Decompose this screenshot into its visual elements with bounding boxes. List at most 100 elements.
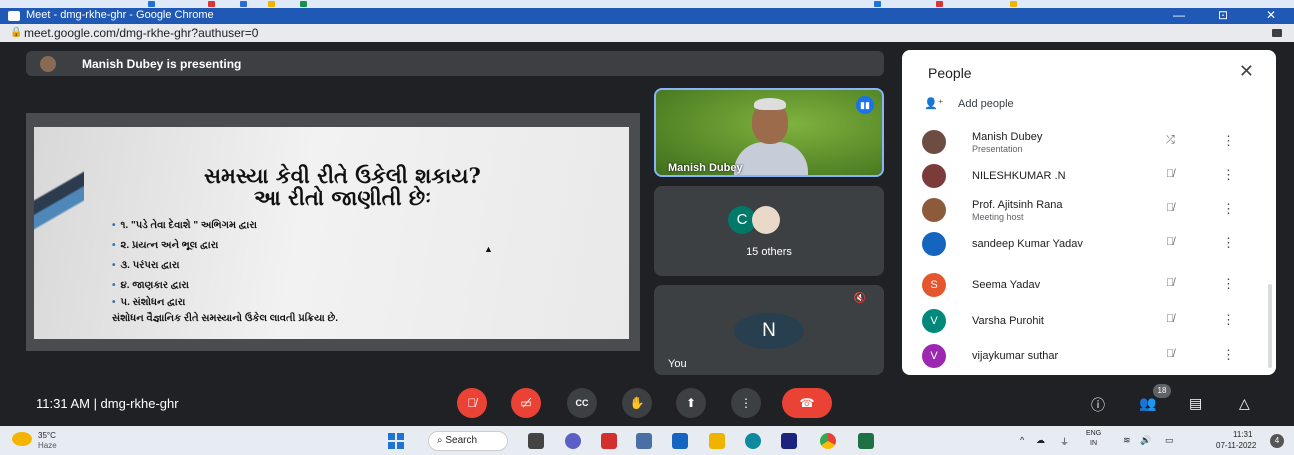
slide-bullet: • ૪. જાણકાર દ્વારા [112,280,190,291]
people-icon[interactable]: 👥 [1139,395,1156,412]
mcafee-icon[interactable] [601,433,617,449]
participant-row[interactable]: V vijaykumar suthar 🎙̸ ⋮ [902,340,1276,372]
excel-icon[interactable] [858,433,874,449]
battery-icon[interactable]: ▭ [1165,435,1174,446]
participant-avatar: V [922,309,946,333]
more-options-icon[interactable]: ⋮ [1222,276,1235,292]
participant-row[interactable]: NILESHKUMAR .N 🎙̸ ⋮ [902,160,1276,192]
mic-off-icon[interactable]: 🎙̸ [1166,313,1174,325]
others-avatar-photo [752,206,780,234]
start-button[interactable] [388,433,404,449]
volume-icon[interactable]: 🔊 [1140,435,1151,446]
strip-icon [300,1,307,7]
photos-icon[interactable] [636,433,652,449]
participant-row[interactable]: Prof. Ajitsinh Rana Meeting host 🎙̸ ⋮ [902,194,1276,226]
close-panel-button[interactable]: ✕ [1239,61,1254,82]
region-code[interactable]: IN [1090,440,1097,447]
mic-muted-icon: 🔇 [853,293,866,304]
mic-off-icon[interactable]: 🎙̸ [1166,277,1174,289]
url-text[interactable]: meet.google.com/dmg-rkhe-ghr?authuser=0 [24,26,258,40]
participant-row[interactable]: V Varsha Purohit 🎙̸ ⋮ [902,305,1276,337]
bullet-dot-icon: • [112,240,116,251]
wifi-icon[interactable]: ≋ [1123,435,1131,446]
add-person-icon[interactable]: 👤⁺ [924,97,944,110]
participant-row[interactable]: sandeep Kumar Yadav 🎙̸ ⋮ [902,228,1276,260]
task-view-icon[interactable] [528,433,544,449]
more-options-icon[interactable]: ⋮ [1222,347,1235,363]
mic-off-icon[interactable]: 🎙̸ [1166,236,1174,248]
more-options-icon[interactable]: ⋮ [1222,235,1235,251]
mic-off-icon[interactable]: 🎙̸ [1166,348,1174,360]
more-options-icon[interactable]: ⋮ [1222,312,1235,328]
activities-icon[interactable]: △ [1239,395,1250,412]
meeting-details-icon[interactable]: ⓘ [1091,395,1105,415]
language-code[interactable]: ENG [1086,430,1101,437]
strip-icon [268,1,275,7]
stop-presenting-icon[interactable]: ⤮ [1166,134,1175,147]
clock-date[interactable]: 07-11-2022 [1216,441,1256,450]
leave-call-button[interactable]: ☎ [782,388,832,418]
mic-toggle-button[interactable]: 🎙̸ [457,388,487,418]
others-tile[interactable]: C 15 others [654,186,884,276]
notification-badge[interactable]: 4 [1270,434,1284,448]
participant-avatar: V [922,344,946,368]
participant-role: Meeting host [972,212,1024,222]
presenter-video-tile[interactable]: ▮▮ Manish Dubey [654,88,884,177]
captions-button[interactable]: CC [567,388,597,418]
people-panel-title: People [928,65,972,81]
teams-chat-icon[interactable] [565,433,581,449]
mic-off-icon[interactable]: 🎙̸ [1166,202,1174,214]
participant-name: vijaykumar suthar [972,350,1059,362]
bullet-dot-icon: • [112,260,116,271]
clock-time[interactable]: 11:31 [1233,430,1252,439]
minimize-button[interactable]: — [1164,8,1194,22]
windows-taskbar: 35°C Haze ⌕ Search ^ ☁ ⏚ ENG IN ≋ 🔊 ▭ 11… [0,426,1294,455]
slide-subtitle: આ રીતો જાણીતી છેઃ [254,185,432,210]
participant-row[interactable]: Manish Dubey Presentation ⤮ ⋮ [902,126,1276,158]
window-title: Meet - dmg-rkhe-ghr - Google Chrome [26,9,214,21]
slide-bullet: • ૨. પ્રયત્ન અને ભૂલ દ્વારા [112,240,219,251]
cloud-icon[interactable]: ☁ [1036,435,1045,446]
shared-slide: સમસ્યા કેવી રીતે ઉકેલી શકાય? આ રીતો જાણી… [34,127,629,339]
self-label: You [668,358,687,370]
participant-name: NILESHKUMAR .N [972,170,1066,182]
bullet-dot-icon: • [112,280,116,291]
address-bar[interactable]: 🔒 meet.google.com/dmg-rkhe-ghr?authuser=… [0,24,1294,42]
slide-decoration [34,127,84,339]
present-screen-button[interactable]: ⬆ [676,388,706,418]
file-explorer-icon[interactable] [709,433,725,449]
store-icon[interactable] [672,433,688,449]
chat-icon[interactable]: ▤ [1189,395,1202,412]
presenter-figure [754,98,786,110]
zoom-icon[interactable] [781,433,797,449]
weather-icon[interactable] [12,432,32,446]
more-options-button[interactable]: ⋮ [731,388,761,418]
tray-overflow-icon[interactable]: ^ [1020,435,1024,445]
participant-name: Seema Yadav [972,279,1041,291]
participant-row[interactable]: S Seema Yadav 🎙̸ ⋮ [902,269,1276,301]
presenter-name-label: Manish Dubey [668,162,743,174]
taskbar-search[interactable]: ⌕ Search [428,431,508,451]
camera-indicator-icon[interactable] [1272,29,1282,37]
edge-icon[interactable] [745,433,761,449]
presentation-area: સમસ્યા કેવી રીતે ઉકેલી શકાય? આ રીતો જાણી… [26,113,640,351]
strip-icon [148,1,155,7]
self-avatar: N [734,313,804,349]
speaking-indicator-icon: ▮▮ [856,96,874,114]
self-tile[interactable]: 🔇 N You [654,285,884,375]
more-options-icon[interactable]: ⋮ [1222,133,1235,149]
maximize-button[interactable]: ⊡ [1208,8,1238,22]
participant-name: Varsha Purohit [972,315,1044,327]
more-options-icon[interactable]: ⋮ [1222,167,1235,183]
participant-avatar [922,164,946,188]
add-people-button[interactable]: Add people [958,98,1014,110]
more-options-icon[interactable]: ⋮ [1222,201,1235,217]
mic-off-icon[interactable]: 🎙̸ [1166,168,1174,180]
close-window-button[interactable]: ✕ [1256,8,1286,22]
usb-icon[interactable]: ⏚ [1060,435,1069,448]
camera-toggle-button[interactable]: ▭̸ [511,388,541,418]
chrome-icon[interactable] [820,433,836,449]
raise-hand-button[interactable]: ✋ [622,388,652,418]
people-scrollbar[interactable] [1268,284,1272,368]
meeting-time-code: 11:31 AM | dmg-rkhe-ghr [36,396,179,411]
